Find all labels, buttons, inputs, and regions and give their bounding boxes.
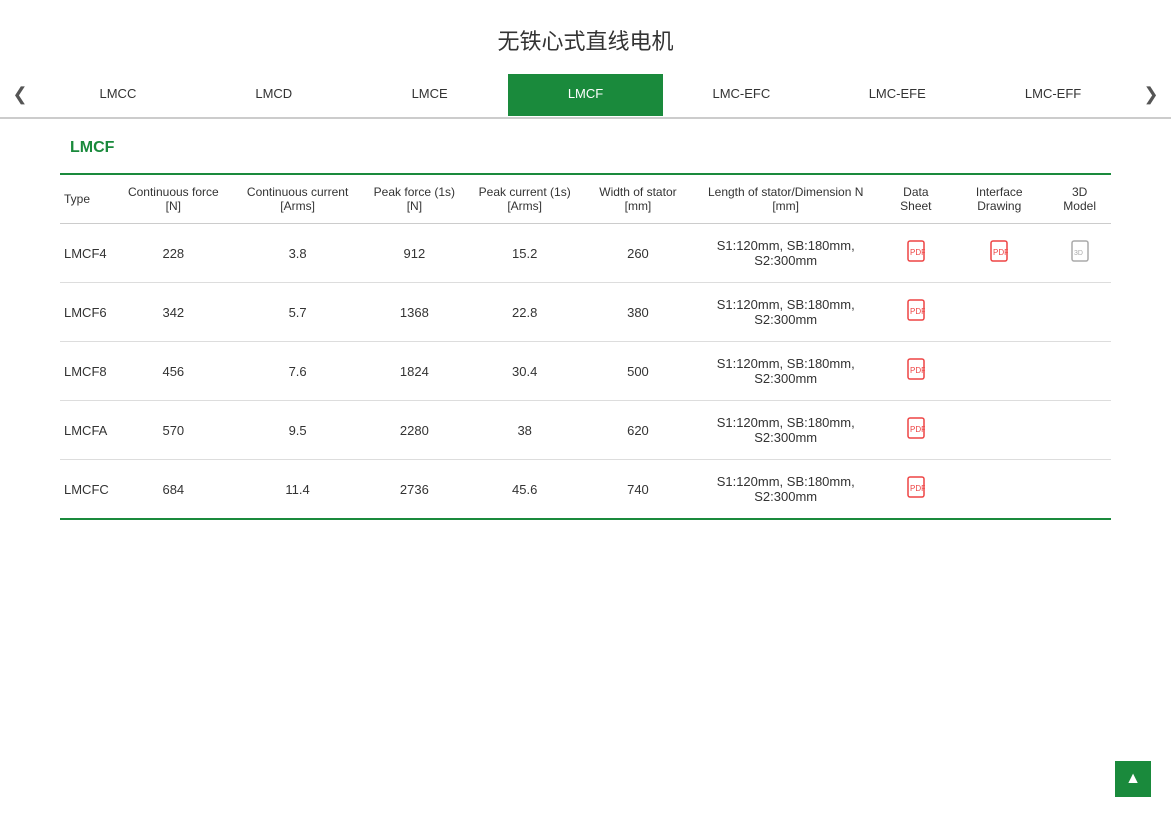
cell-peak-current: 45.6	[463, 460, 586, 520]
cell-peak-force: 912	[365, 224, 463, 283]
cell-type: LMCFC	[60, 460, 117, 520]
tab-item-lmce[interactable]: LMCE	[352, 74, 508, 116]
svg-text:PDF: PDF	[910, 307, 925, 316]
table-row: LMCF84567.6182430.4500S1:120mm, SB:180mm…	[60, 342, 1111, 401]
cell-length: S1:120mm, SB:180mm, S2:300mm	[690, 224, 882, 283]
table-header-1: Continuous force [N]	[117, 174, 230, 224]
cell-3d-model: 3D	[1048, 224, 1111, 283]
cell-interface-drawing	[950, 460, 1048, 520]
data-table: TypeContinuous force [N]Continuous curre…	[60, 173, 1111, 520]
cell-peak-current: 22.8	[463, 283, 586, 342]
pdf-icon[interactable]: PDF	[907, 423, 925, 443]
cell-peak-force: 2736	[365, 460, 463, 520]
cell-data-sheet: PDF	[881, 460, 950, 520]
cell-continuous-force: 684	[117, 460, 230, 520]
pdf-icon[interactable]: PDF	[907, 305, 925, 325]
3d-model-icon[interactable]: 3D	[1071, 249, 1089, 266]
cell-continuous-force: 342	[117, 283, 230, 342]
interface-drawing-icon[interactable]: PDF	[990, 249, 1008, 266]
table-header-5: Width of stator [mm]	[586, 174, 690, 224]
svg-text:3D: 3D	[1074, 250, 1083, 257]
cell-width: 620	[586, 401, 690, 460]
table-header-9: 3D Model	[1048, 174, 1111, 224]
cell-interface-drawing	[950, 401, 1048, 460]
cell-3d-model	[1048, 460, 1111, 520]
main-content: LMCF TypeContinuous force [N]Continuous …	[0, 119, 1171, 540]
tab-next-arrow[interactable]: ❯	[1131, 72, 1171, 117]
cell-continuous-current: 11.4	[230, 460, 365, 520]
cell-type: LMCF6	[60, 283, 117, 342]
cell-peak-force: 1824	[365, 342, 463, 401]
cell-length: S1:120mm, SB:180mm, S2:300mm	[690, 460, 882, 520]
section-title: LMCF	[60, 139, 1111, 157]
tab-list: LMCCLMCDLMCELMCFLMC-EFCLMC-EFELMC-EFF	[40, 74, 1131, 116]
cell-peak-force: 1368	[365, 283, 463, 342]
table-header-0: Type	[60, 174, 117, 224]
tab-item-lmc-efc[interactable]: LMC-EFC	[663, 74, 819, 116]
table-header-3: Peak force (1s) [N]	[365, 174, 463, 224]
cell-interface-drawing: PDF	[950, 224, 1048, 283]
svg-text:PDF: PDF	[993, 248, 1008, 257]
cell-width: 500	[586, 342, 690, 401]
tab-item-lmcf[interactable]: LMCF	[508, 74, 664, 116]
cell-width: 260	[586, 224, 690, 283]
cell-data-sheet: PDF	[881, 224, 950, 283]
cell-length: S1:120mm, SB:180mm, S2:300mm	[690, 401, 882, 460]
table-header-2: Continuous current [Arms]	[230, 174, 365, 224]
cell-peak-current: 30.4	[463, 342, 586, 401]
cell-length: S1:120mm, SB:180mm, S2:300mm	[690, 283, 882, 342]
cell-peak-current: 15.2	[463, 224, 586, 283]
pdf-icon[interactable]: PDF	[907, 246, 925, 266]
cell-peak-current: 38	[463, 401, 586, 460]
table-row: LMCFA5709.5228038620S1:120mm, SB:180mm, …	[60, 401, 1111, 460]
svg-text:PDF: PDF	[910, 366, 925, 375]
cell-3d-model	[1048, 401, 1111, 460]
svg-text:PDF: PDF	[910, 248, 925, 257]
table-header-7: Data Sheet	[881, 174, 950, 224]
cell-data-sheet: PDF	[881, 283, 950, 342]
scroll-top-button[interactable]: ▲	[1115, 761, 1151, 797]
table-row: LMCF63425.7136822.8380S1:120mm, SB:180mm…	[60, 283, 1111, 342]
cell-continuous-current: 3.8	[230, 224, 365, 283]
cell-continuous-force: 228	[117, 224, 230, 283]
cell-length: S1:120mm, SB:180mm, S2:300mm	[690, 342, 882, 401]
cell-type: LMCFA	[60, 401, 117, 460]
cell-data-sheet: PDF	[881, 342, 950, 401]
cell-3d-model	[1048, 283, 1111, 342]
pdf-icon[interactable]: PDF	[907, 364, 925, 384]
tab-item-lmcc[interactable]: LMCC	[40, 74, 196, 116]
table-header-4: Peak current (1s) [Arms]	[463, 174, 586, 224]
tab-item-lmcd[interactable]: LMCD	[196, 74, 352, 116]
cell-continuous-current: 7.6	[230, 342, 365, 401]
table-header-6: Length of stator/Dimension N [mm]	[690, 174, 882, 224]
cell-continuous-current: 5.7	[230, 283, 365, 342]
table-body: LMCF42283.891215.2260S1:120mm, SB:180mm,…	[60, 224, 1111, 520]
tab-prev-arrow[interactable]: ❮	[0, 72, 40, 117]
tab-item-lmc-eff[interactable]: LMC-EFF	[975, 74, 1131, 116]
cell-continuous-current: 9.5	[230, 401, 365, 460]
tab-bar: ❮ LMCCLMCDLMCELMCFLMC-EFCLMC-EFELMC-EFF …	[0, 72, 1171, 119]
cell-width: 740	[586, 460, 690, 520]
cell-interface-drawing	[950, 283, 1048, 342]
tab-item-lmc-efe[interactable]: LMC-EFE	[819, 74, 975, 116]
cell-type: LMCF8	[60, 342, 117, 401]
cell-interface-drawing	[950, 342, 1048, 401]
svg-text:PDF: PDF	[910, 484, 925, 493]
page-title: 无铁心式直线电机	[0, 0, 1171, 72]
cell-peak-force: 2280	[365, 401, 463, 460]
table-row: LMCFC68411.4273645.6740S1:120mm, SB:180m…	[60, 460, 1111, 520]
pdf-icon[interactable]: PDF	[907, 482, 925, 502]
table-header-8: Interface Drawing	[950, 174, 1048, 224]
cell-continuous-force: 570	[117, 401, 230, 460]
cell-3d-model	[1048, 342, 1111, 401]
table-header-row: TypeContinuous force [N]Continuous curre…	[60, 174, 1111, 224]
table-row: LMCF42283.891215.2260S1:120mm, SB:180mm,…	[60, 224, 1111, 283]
svg-text:PDF: PDF	[910, 425, 925, 434]
cell-data-sheet: PDF	[881, 401, 950, 460]
cell-type: LMCF4	[60, 224, 117, 283]
cell-width: 380	[586, 283, 690, 342]
cell-continuous-force: 456	[117, 342, 230, 401]
